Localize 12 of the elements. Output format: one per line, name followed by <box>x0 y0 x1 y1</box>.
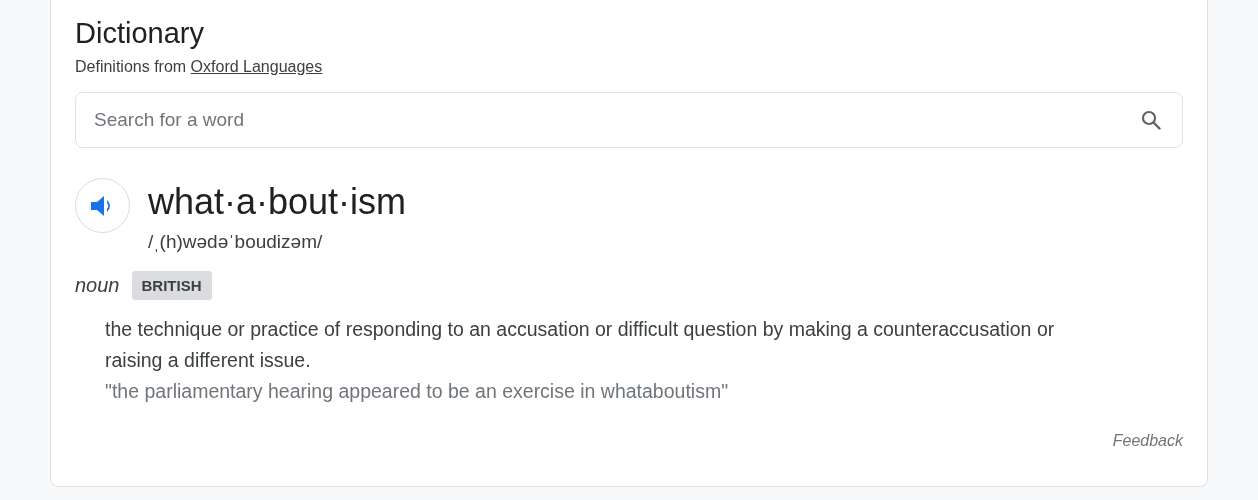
region-tag: BRITISH <box>131 271 212 300</box>
definitions-source: Definitions from Oxford Languages <box>75 57 324 77</box>
headword: what·a·bout·ism <box>148 181 407 223</box>
part-of-speech: noun <box>75 274 120 297</box>
feedback-link[interactable]: Feedback <box>1112 432 1183 450</box>
search-icon[interactable] <box>1141 110 1161 130</box>
pronunciation: /ˌ(h)wədəˈboudizəm/ <box>148 231 324 253</box>
dictionary-title: Dictionary <box>75 16 205 51</box>
example-sentence: "the parliamentary hearing appeared to be an exercise in whataboutism" <box>105 379 730 404</box>
oxford-link[interactable]: Oxford Languages <box>190 58 323 75</box>
definition: the technique or practice of responding to an accusation or difficult question by making a counteraccusation or raising a different issue. <box>105 317 1056 373</box>
search-field[interactable]: Search for a word <box>75 92 1183 148</box>
